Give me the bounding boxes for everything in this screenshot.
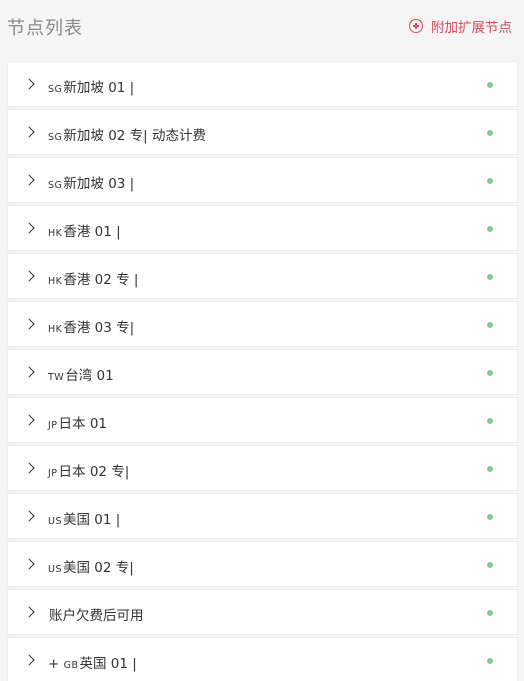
chevron-right-icon[interactable] <box>23 606 35 618</box>
status-dot <box>487 466 493 472</box>
node-region-code: SG <box>48 84 63 95</box>
add-extension-node-button[interactable]: 附加扩展节点 <box>409 16 512 36</box>
node-name: HK香港 02 专 | <box>48 268 138 288</box>
status-dot <box>487 658 493 664</box>
node-label: 美国 01 | <box>62 512 121 528</box>
node-name: 账户欠费后可用 <box>48 604 144 624</box>
node-name: HK香港 01 | <box>48 220 121 240</box>
node-region-code: SG <box>48 132 63 143</box>
node-item[interactable]: TW台湾 01 <box>7 349 518 395</box>
node-name: SG新加坡 03 | <box>48 172 134 192</box>
node-name: SG新加坡 01 | <box>48 76 134 96</box>
node-item[interactable]: US美国 02 专| <box>7 541 518 587</box>
node-name: JP日本 01 <box>48 412 107 432</box>
status-dot <box>487 322 493 328</box>
header: 节点列表 附加扩展节点 <box>0 0 524 56</box>
node-label: 台湾 01 <box>65 368 114 384</box>
node-label: 香港 01 | <box>63 224 121 240</box>
node-item[interactable]: HK香港 01 | <box>7 205 518 251</box>
node-item[interactable]: + GB英国 01 | <box>7 637 518 681</box>
node-item[interactable]: HK香港 02 专 | <box>7 253 518 299</box>
chevron-right-icon[interactable] <box>23 462 35 474</box>
node-label: 账户欠费后可用 <box>49 608 144 624</box>
node-region-code: GB <box>63 660 79 671</box>
status-dot <box>487 418 493 424</box>
node-item[interactable]: US美国 01 | <box>7 493 518 539</box>
status-dot <box>487 274 493 280</box>
status-dot <box>487 514 493 520</box>
chevron-right-icon[interactable] <box>23 222 35 234</box>
add-extension-node-label: 附加扩展节点 <box>431 20 512 36</box>
status-dot <box>487 610 493 616</box>
node-region-code: TW <box>48 372 65 383</box>
node-item[interactable]: SG新加坡 03 | <box>7 157 518 203</box>
node-name: US美国 01 | <box>48 508 120 528</box>
node-region-code: US <box>48 516 62 527</box>
chevron-right-icon[interactable] <box>23 126 35 138</box>
node-label: 新加坡 02 专| 动态计费 <box>63 128 207 144</box>
node-label: 日本 02 专| <box>58 464 130 480</box>
node-item[interactable]: JP日本 01 <box>7 397 518 443</box>
status-dot <box>487 130 493 136</box>
chevron-right-icon[interactable] <box>23 654 35 666</box>
node-label: 美国 02 专| <box>62 560 134 576</box>
node-region-code: JP <box>48 468 58 479</box>
node-item[interactable]: JP日本 02 专| <box>7 445 518 491</box>
node-region-code: SG <box>48 180 63 191</box>
chevron-right-icon[interactable] <box>23 270 35 282</box>
chevron-right-icon[interactable] <box>23 510 35 522</box>
node-region-code: HK <box>48 228 63 239</box>
node-label: 新加坡 01 | <box>63 80 135 96</box>
status-dot <box>487 82 493 88</box>
chevron-right-icon[interactable] <box>23 318 35 330</box>
chevron-right-icon[interactable] <box>23 414 35 426</box>
chevron-right-icon[interactable] <box>23 174 35 186</box>
node-label: 英国 01 | <box>79 656 137 672</box>
status-dot <box>487 370 493 376</box>
node-item[interactable]: SG新加坡 02 专| 动态计费 <box>7 109 518 155</box>
node-name: US美国 02 专| <box>48 556 134 576</box>
node-item[interactable]: 账户欠费后可用 <box>7 589 518 635</box>
node-list: SG新加坡 01 | SG新加坡 02 专| 动态计费 SG新加坡 03 | HK香港… <box>7 61 518 681</box>
node-region-code: HK <box>48 276 63 287</box>
node-label: 新加坡 03 | <box>63 176 135 192</box>
page-title: 节点列表 <box>7 18 83 39</box>
node-name: HK香港 03 专| <box>48 316 134 336</box>
node-name: + GB英国 01 | <box>48 652 137 672</box>
chevron-right-icon[interactable] <box>23 78 35 90</box>
chevron-right-icon[interactable] <box>23 558 35 570</box>
node-name: JP日本 02 专| <box>48 460 129 480</box>
node-item[interactable]: HK香港 03 专| <box>7 301 518 347</box>
node-region-code: HK <box>48 324 63 335</box>
node-list-page: 节点列表 附加扩展节点 SG新加坡 01 | SG新加坡 02 专| 动态计费 SG… <box>0 0 524 681</box>
status-dot <box>487 562 493 568</box>
plus-circle-icon <box>409 19 423 33</box>
node-name: SG新加坡 02 专| 动态计费 <box>48 124 206 144</box>
node-label: 日本 01 <box>58 416 108 432</box>
node-name: TW台湾 01 <box>48 364 114 384</box>
node-label: 香港 02 专 | <box>63 272 139 288</box>
node-item[interactable]: SG新加坡 01 | <box>7 61 518 107</box>
node-label: 香港 03 专| <box>63 320 135 336</box>
chevron-right-icon[interactable] <box>23 366 35 378</box>
node-region-code: US <box>48 564 62 575</box>
node-prefix: + <box>48 656 64 672</box>
status-dot <box>487 226 493 232</box>
node-region-code: JP <box>48 420 58 431</box>
status-dot <box>487 178 493 184</box>
